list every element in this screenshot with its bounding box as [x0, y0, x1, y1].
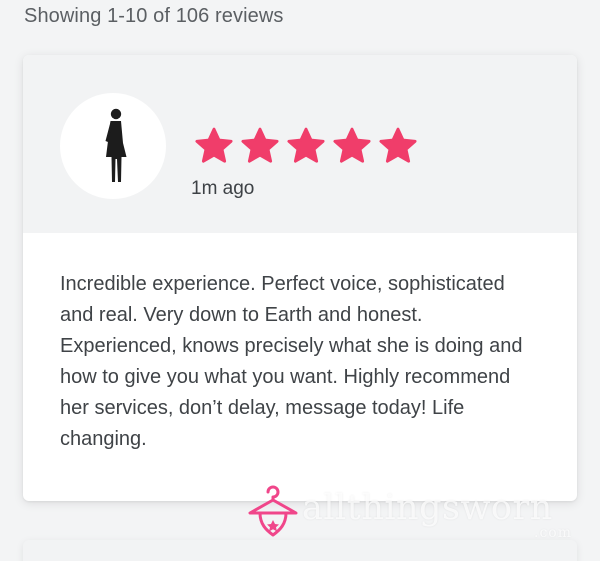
star-icon — [241, 127, 279, 163]
watermark-text: allthingsworn — [302, 488, 553, 528]
star-icon — [379, 127, 417, 163]
star-icon — [195, 127, 233, 163]
hanger-icon — [248, 485, 298, 537]
watermark-suffix: .com — [534, 525, 572, 541]
review-card: 1m ago Incredible experience. Perfect vo… — [23, 55, 577, 501]
next-review-card — [23, 540, 577, 561]
star-icon — [287, 127, 325, 163]
review-time: 1m ago — [191, 178, 255, 199]
avatar — [60, 93, 166, 199]
star-rating — [192, 125, 420, 167]
review-text: Incredible experience. Perfect voice, so… — [60, 273, 523, 450]
star-icon — [333, 127, 371, 163]
review-header: 1m ago — [23, 55, 577, 233]
woman-figure-icon — [105, 108, 127, 182]
results-count: Showing 1-10 of 106 reviews — [24, 5, 284, 27]
watermark: allthingsworn .com — [244, 480, 594, 541]
reviews-page: Showing 1-10 of 106 reviews 1m ago Incre… — [0, 0, 600, 561]
